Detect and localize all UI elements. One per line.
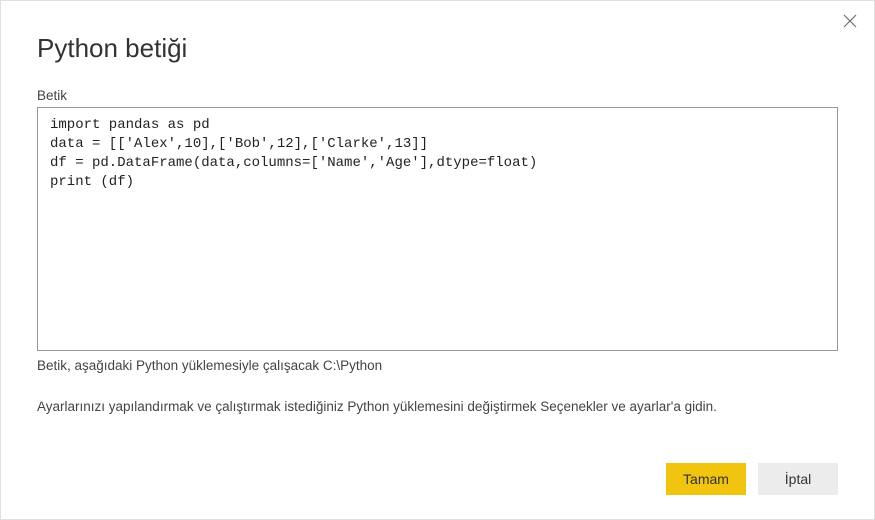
- python-script-dialog: Python betiği Betik Betik, aşağıdaki Pyt…: [1, 1, 874, 519]
- cancel-button[interactable]: İptal: [758, 463, 838, 495]
- script-label: Betik: [37, 88, 838, 103]
- dialog-footer: Tamam İptal: [37, 439, 838, 495]
- install-path-text: Betik, aşağıdaki Python yüklemesiyle çal…: [37, 358, 838, 373]
- settings-hint-text: Ayarlarınızı yapılandırmak ve çalıştırma…: [37, 399, 838, 414]
- script-input[interactable]: [37, 107, 838, 351]
- close-icon: [843, 14, 857, 33]
- ok-button[interactable]: Tamam: [666, 463, 746, 495]
- dialog-title: Python betiği: [37, 33, 838, 64]
- close-button[interactable]: [842, 15, 858, 31]
